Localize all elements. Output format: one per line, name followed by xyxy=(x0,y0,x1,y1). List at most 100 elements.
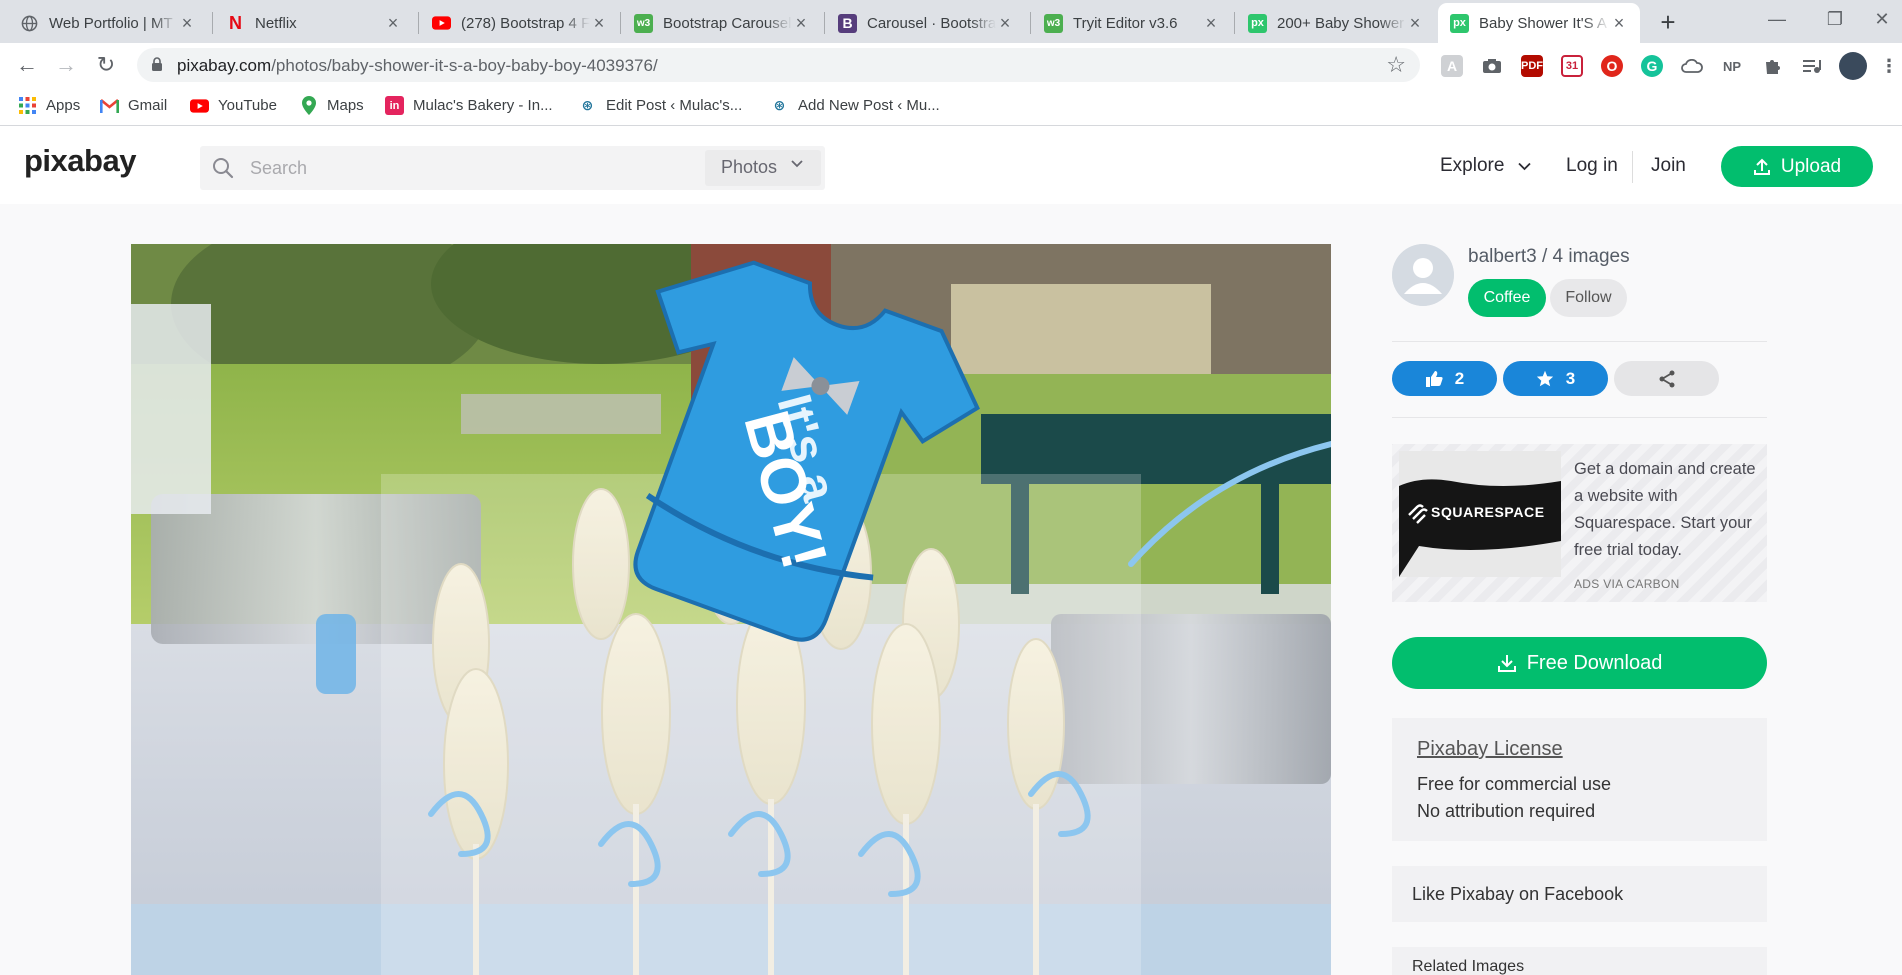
profile-avatar[interactable] xyxy=(1839,52,1867,80)
pixabay-logo[interactable]: pixabay xyxy=(24,143,136,179)
like-button[interactable]: 2 xyxy=(1392,361,1497,396)
cloud-icon[interactable] xyxy=(1681,55,1703,77)
bookmark-label: Edit Post ‹ Mulac's... xyxy=(606,97,743,114)
bookmark-edit-post[interactable]: ⊛ Edit Post ‹ Mulac's... xyxy=(578,96,743,115)
bookmark-mulacs-bakery[interactable]: in Mulac's Bakery - In... xyxy=(385,96,553,115)
header-divider xyxy=(1632,151,1633,183)
close-tab-icon[interactable]: × xyxy=(590,13,608,34)
camera-icon[interactable] xyxy=(1481,55,1503,77)
license-link[interactable]: Pixabay License xyxy=(1417,738,1742,761)
coffee-button[interactable]: Coffee xyxy=(1468,279,1546,317)
close-tab-icon[interactable]: × xyxy=(1406,13,1424,34)
opera-icon[interactable]: O xyxy=(1601,55,1623,77)
close-tab-icon[interactable]: × xyxy=(1610,13,1628,34)
bookmark-label: Apps xyxy=(46,97,81,114)
bookmark-youtube[interactable]: YouTube xyxy=(190,96,277,115)
bookmark-label: Gmail xyxy=(128,97,168,114)
bootstrap-icon: B xyxy=(838,13,857,33)
bookmark-maps[interactable]: Maps xyxy=(299,96,364,115)
apps-grid-icon xyxy=(18,96,37,115)
site-header: pixabay Search Photos Explore Log in Joi… xyxy=(0,127,1902,204)
tab-separator xyxy=(1234,12,1235,34)
url-path: /photos/baby-shower-it-s-a-boy-baby-boy-… xyxy=(271,56,658,75)
upload-label: Upload xyxy=(1780,155,1842,177)
pixabay-page: pixabay Search Photos Explore Log in Joi… xyxy=(0,127,1902,975)
explore-label: Explore xyxy=(1440,155,1505,176)
browser-tab[interactable]: px 200+ Baby Shower × xyxy=(1236,3,1436,43)
np-extension-icon[interactable]: NP xyxy=(1721,55,1743,77)
join-link[interactable]: Join xyxy=(1651,155,1686,177)
bookmark-label: YouTube xyxy=(218,97,277,114)
restore-icon[interactable]: ❐ xyxy=(1805,0,1865,40)
browser-tab[interactable]: B Carousel · Bootstrap × xyxy=(826,3,1026,43)
back-icon[interactable]: ← xyxy=(13,51,41,79)
star-icon xyxy=(1536,370,1553,387)
search-bar[interactable]: Search Photos xyxy=(200,146,825,190)
free-download-button[interactable]: Free Download xyxy=(1392,637,1767,689)
follow-button[interactable]: Follow xyxy=(1550,279,1627,317)
bookmark-apps[interactable]: Apps xyxy=(18,96,80,115)
reload-icon[interactable]: ↻ xyxy=(92,51,120,79)
user-name[interactable]: balbert3 / 4 images xyxy=(1468,246,1630,268)
tab-separator xyxy=(1030,12,1031,34)
close-tab-icon[interactable]: × xyxy=(792,13,810,34)
pdf-icon[interactable]: PDF xyxy=(1521,55,1543,77)
bookmark-label: Add New Post ‹ Mu... xyxy=(798,97,940,114)
browser-tab[interactable]: (278) Bootstrap 4 F × xyxy=(420,3,620,43)
browser-tab[interactable]: Web Portfolio | MT × xyxy=(8,3,208,43)
ad-text[interactable]: Get a domain and create a website with S… xyxy=(1574,456,1760,564)
bookmark-label: Maps xyxy=(327,97,364,114)
tab-title: Web Portfolio | MT xyxy=(49,14,173,32)
like-count: 2 xyxy=(1454,368,1465,388)
new-tab-button[interactable]: + xyxy=(1652,7,1684,39)
media-type-select[interactable]: Photos xyxy=(705,150,821,186)
browser-tab[interactable]: w3 Bootstrap Carousel × xyxy=(622,3,822,43)
download-label: Free Download xyxy=(1526,651,1663,674)
globe-icon xyxy=(20,14,39,33)
facebook-like-box[interactable]: Like Pixabay on Facebook xyxy=(1392,866,1767,922)
ad-via-label[interactable]: ADS VIA CARBON xyxy=(1574,577,1680,591)
browser-toolbar: ← → ↻ pixabay.com/photos/baby-shower-it-… xyxy=(0,43,1902,86)
puzzle-icon[interactable] xyxy=(1761,55,1783,77)
login-link[interactable]: Log in xyxy=(1566,155,1618,177)
user-avatar[interactable] xyxy=(1392,244,1454,306)
media-type-label: Photos xyxy=(721,157,778,177)
ad-image[interactable]: SQUARESPACE xyxy=(1399,451,1561,577)
explore-menu[interactable]: Explore xyxy=(1440,155,1531,177)
more-menu-icon[interactable]: ⋮ xyxy=(1878,55,1900,77)
bookmark-add-new-post[interactable]: ⊛ Add New Post ‹ Mu... xyxy=(770,96,940,115)
favorite-count: 3 xyxy=(1565,368,1576,388)
browser-tab[interactable]: N Netflix × xyxy=(214,3,414,43)
address-bar[interactable]: pixabay.com/photos/baby-shower-it-s-a-bo… xyxy=(137,48,1420,82)
share-button[interactable] xyxy=(1614,361,1719,396)
minimize-icon[interactable]: — xyxy=(1747,0,1807,40)
close-tab-icon[interactable]: × xyxy=(178,13,196,34)
photo-image: It's a BOY! xyxy=(131,244,1331,975)
ad-brand-text: SQUARESPACE xyxy=(1431,504,1545,520)
maps-pin-icon xyxy=(299,96,318,115)
upload-button[interactable]: Upload xyxy=(1721,146,1873,187)
favorite-button[interactable]: 3 xyxy=(1503,361,1608,396)
browser-tab-active[interactable]: px Baby Shower It'S A × xyxy=(1438,3,1640,43)
bookmark-label: Mulac's Bakery - In... xyxy=(413,97,553,114)
license-line: Free for commercial use xyxy=(1417,774,1612,794)
bookmarks-bar: Apps Gmail YouTube Maps in Mulac's Baker… xyxy=(0,86,1902,126)
close-tab-icon[interactable]: × xyxy=(384,13,402,34)
main-photo[interactable]: It's a BOY! xyxy=(131,244,1331,975)
bookmark-star-icon[interactable]: ☆ xyxy=(1386,52,1406,78)
close-tab-icon[interactable]: × xyxy=(996,13,1014,34)
forward-icon[interactable]: → xyxy=(52,51,80,79)
close-tab-icon[interactable]: × xyxy=(1202,13,1220,34)
calendar-icon[interactable]: 31 xyxy=(1561,55,1583,77)
close-window-icon[interactable]: ✕ xyxy=(1862,0,1902,40)
w3schools-icon: w3 xyxy=(1044,13,1063,33)
grammarly-icon[interactable]: G xyxy=(1641,55,1663,77)
browser-tab[interactable]: w3 Tryit Editor v3.6 × xyxy=(1032,3,1232,43)
media-queue-icon[interactable] xyxy=(1801,55,1823,77)
pixabay-icon: px xyxy=(1248,13,1267,33)
extension-icon[interactable]: A xyxy=(1441,55,1463,77)
bookmark-gmail[interactable]: Gmail xyxy=(100,96,167,115)
wordpress-icon: ⊛ xyxy=(773,97,786,113)
carbon-ad[interactable]: SQUARESPACE Get a domain and create a we… xyxy=(1392,444,1767,602)
license-line: No attribution required xyxy=(1417,801,1596,821)
